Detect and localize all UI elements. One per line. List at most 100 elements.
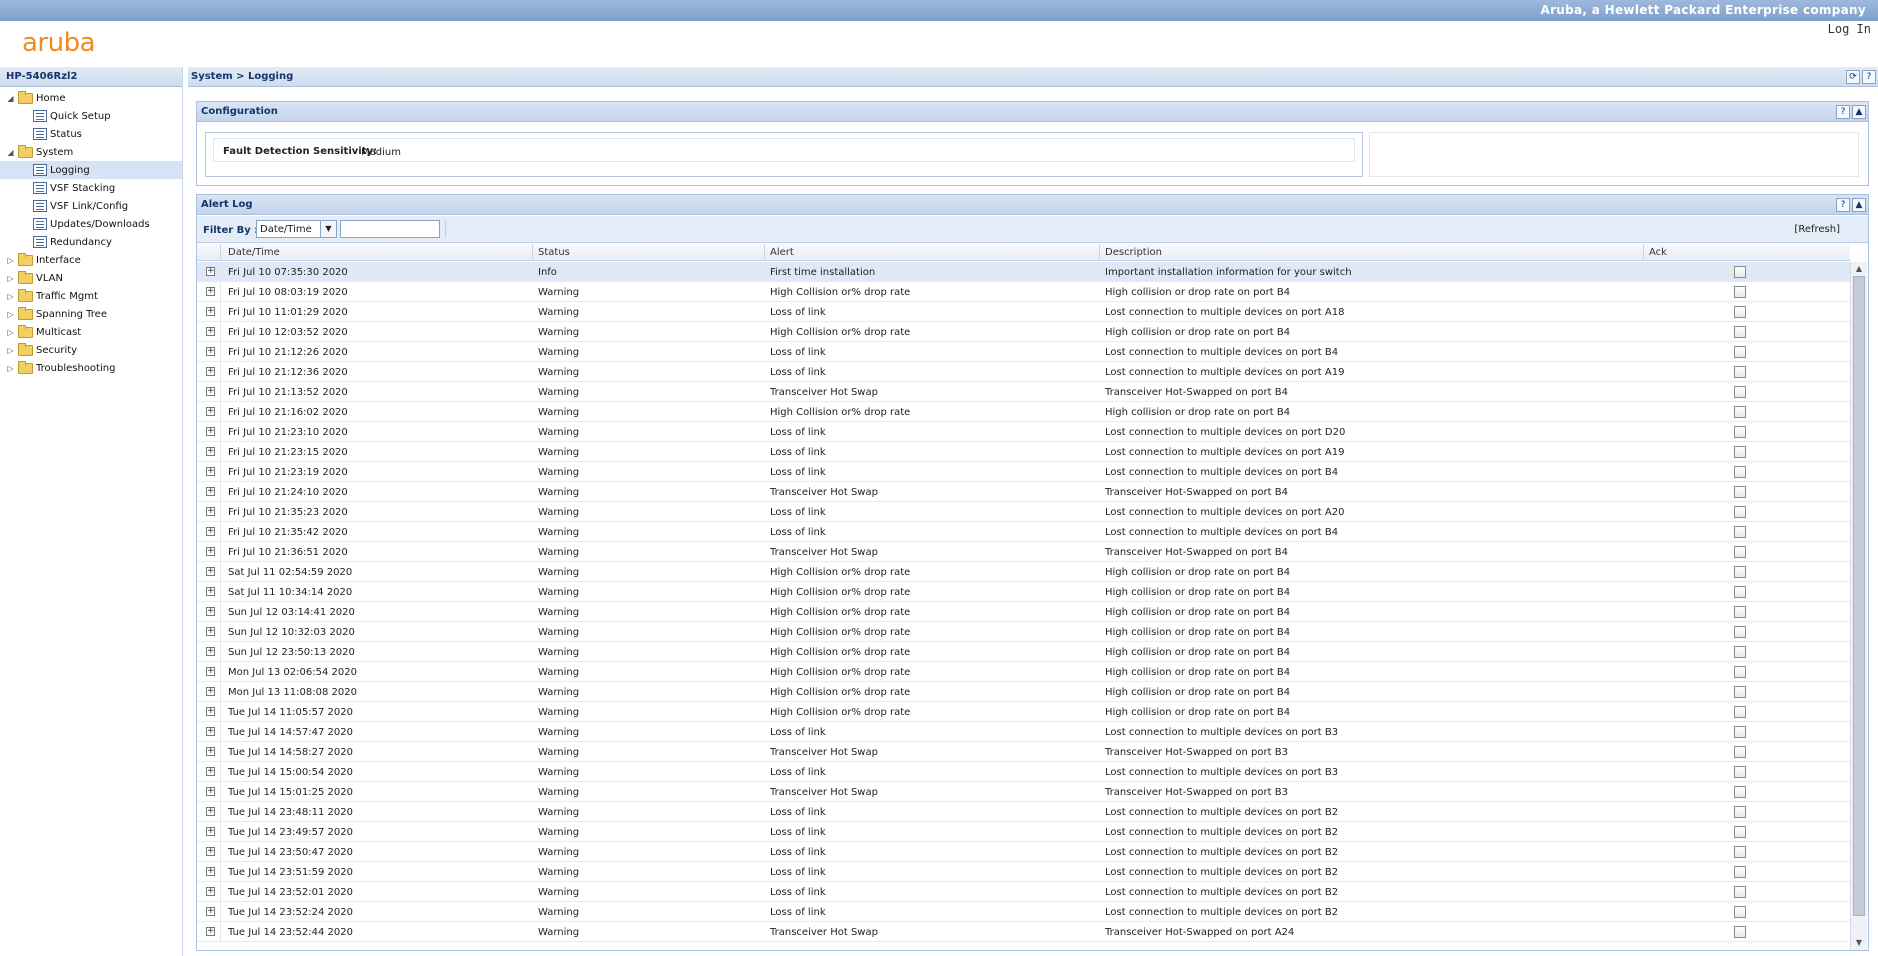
expand-row-icon[interactable]: + — [206, 547, 215, 556]
table-row[interactable]: + Fri Jul 10 21:12:26 2020 Warning Loss of … — [197, 342, 1850, 362]
expand-row-icon[interactable]: + — [206, 667, 215, 676]
table-row[interactable]: + Fri Jul 10 21:23:19 2020 Warning Loss of … — [197, 462, 1850, 482]
ack-checkbox[interactable] — [1734, 826, 1746, 838]
scroll-down-icon[interactable]: ▼ — [1851, 936, 1867, 950]
ack-checkbox[interactable] — [1734, 346, 1746, 358]
sidebar-item-vsf-stacking[interactable]: VSF Stacking — [0, 179, 182, 197]
column-header-datetime[interactable]: Date/Time — [228, 247, 280, 258]
expand-row-icon[interactable]: + — [206, 407, 215, 416]
table-row[interactable]: + Sat Jul 11 10:34:14 2020 Warning High Col… — [197, 582, 1850, 602]
table-row[interactable]: + Tue Jul 14 11:05:57 2020 Warning High Col… — [197, 702, 1850, 722]
expand-row-icon[interactable]: + — [206, 287, 215, 296]
expand-row-icon[interactable]: + — [206, 867, 215, 876]
ack-checkbox[interactable] — [1734, 846, 1746, 858]
table-row[interactable]: + Tue Jul 14 23:51:59 2020 Warning Loss of … — [197, 862, 1850, 882]
filter-select[interactable]: Date/Time ▼ — [256, 220, 337, 238]
ack-checkbox[interactable] — [1734, 886, 1746, 898]
ack-checkbox[interactable] — [1734, 406, 1746, 418]
expand-row-icon[interactable]: + — [206, 627, 215, 636]
expand-row-icon[interactable]: + — [206, 927, 215, 936]
vertical-scrollbar[interactable]: ▲ ▼ — [1850, 262, 1867, 950]
expand-row-icon[interactable]: + — [206, 447, 215, 456]
ack-checkbox[interactable] — [1734, 466, 1746, 478]
sidebar-item-multicast[interactable]: ▷ Multicast — [0, 323, 182, 341]
ack-checkbox[interactable] — [1734, 866, 1746, 878]
ack-checkbox[interactable] — [1734, 806, 1746, 818]
ack-checkbox[interactable] — [1734, 906, 1746, 918]
expand-row-icon[interactable]: + — [206, 507, 215, 516]
refresh-icon[interactable]: ⟳ — [1846, 70, 1860, 84]
expand-row-icon[interactable]: + — [206, 267, 215, 276]
expand-row-icon[interactable]: + — [206, 487, 215, 496]
ack-checkbox[interactable] — [1734, 366, 1746, 378]
expand-row-icon[interactable]: + — [206, 887, 215, 896]
table-row[interactable]: + Sun Jul 12 23:50:13 2020 Warning High Col… — [197, 642, 1850, 662]
chevron-down-icon[interactable]: ▼ — [320, 221, 336, 237]
expand-row-icon[interactable]: + — [206, 827, 215, 836]
table-row[interactable]: + Tue Jul 14 23:52:01 2020 Warning Loss of … — [197, 882, 1850, 902]
expand-row-icon[interactable]: + — [206, 587, 215, 596]
expand-row-icon[interactable]: + — [206, 347, 215, 356]
help-icon[interactable]: ? — [1836, 198, 1850, 212]
column-header-alert[interactable]: Alert — [770, 247, 794, 258]
table-row[interactable]: + Tue Jul 14 23:52:44 2020 Warning Transcei… — [197, 922, 1850, 942]
ack-checkbox[interactable] — [1734, 746, 1746, 758]
help-icon[interactable]: ? — [1836, 105, 1850, 119]
expand-tree-icon[interactable]: ▷ — [6, 256, 15, 265]
ack-checkbox[interactable] — [1734, 706, 1746, 718]
expand-row-icon[interactable]: + — [206, 607, 215, 616]
collapse-icon[interactable]: ▲ — [1852, 198, 1866, 212]
ack-checkbox[interactable] — [1734, 586, 1746, 598]
ack-checkbox[interactable] — [1734, 566, 1746, 578]
expand-tree-icon[interactable]: ▷ — [6, 364, 15, 373]
ack-checkbox[interactable] — [1734, 666, 1746, 678]
sidebar-item-updates-downloads[interactable]: Updates/Downloads — [0, 215, 182, 233]
expand-tree-icon[interactable]: ▷ — [6, 328, 15, 337]
table-row[interactable]: + Fri Jul 10 07:35:30 2020 Info First time … — [197, 262, 1850, 282]
expand-row-icon[interactable]: + — [206, 327, 215, 336]
expand-tree-icon[interactable]: ▷ — [6, 346, 15, 355]
table-row[interactable]: + Tue Jul 14 14:58:27 2020 Warning Transcei… — [197, 742, 1850, 762]
table-row[interactable]: + Fri Jul 10 12:03:52 2020 Warning High Col… — [197, 322, 1850, 342]
table-row[interactable]: + Fri Jul 10 08:03:19 2020 Warning High Col… — [197, 282, 1850, 302]
sidebar-item-security[interactable]: ▷ Security — [0, 341, 182, 359]
expand-row-icon[interactable]: + — [206, 747, 215, 756]
sidebar-item-interface[interactable]: ▷ Interface — [0, 251, 182, 269]
expand-row-icon[interactable]: + — [206, 807, 215, 816]
sidebar-item-vsf-link-config[interactable]: VSF Link/Config — [0, 197, 182, 215]
collapse-icon[interactable]: ▲ — [1852, 105, 1866, 119]
scroll-thumb[interactable] — [1853, 276, 1865, 916]
sidebar-item-quick-setup[interactable]: Quick Setup — [0, 107, 182, 125]
table-row[interactable]: + Fri Jul 10 21:35:23 2020 Warning Loss of … — [197, 502, 1850, 522]
table-row[interactable]: + Fri Jul 10 11:01:29 2020 Warning Loss of … — [197, 302, 1850, 322]
table-row[interactable]: + Sun Jul 12 03:14:41 2020 Warning High Col… — [197, 602, 1850, 622]
table-row[interactable]: + Fri Jul 10 21:23:10 2020 Warning Loss of … — [197, 422, 1850, 442]
ack-checkbox[interactable] — [1734, 266, 1746, 278]
expand-row-icon[interactable]: + — [206, 727, 215, 736]
table-row[interactable]: + Fri Jul 10 21:24:10 2020 Warning Transcei… — [197, 482, 1850, 502]
sidebar-item-traffic-mgmt[interactable]: ▷ Traffic Mgmt — [0, 287, 182, 305]
expand-row-icon[interactable]: + — [206, 427, 215, 436]
table-row[interactable]: + Tue Jul 14 15:00:54 2020 Warning Loss of … — [197, 762, 1850, 782]
ack-checkbox[interactable] — [1734, 286, 1746, 298]
expand-tree-icon[interactable]: ▷ — [6, 292, 15, 301]
ack-checkbox[interactable] — [1734, 786, 1746, 798]
ack-checkbox[interactable] — [1734, 526, 1746, 538]
collapse-tree-icon[interactable]: ◢ — [6, 94, 15, 103]
sidebar-item-system[interactable]: ◢ System — [0, 143, 182, 161]
login-link[interactable]: Log In — [1828, 22, 1871, 36]
column-header-status[interactable]: Status — [538, 247, 570, 258]
ack-checkbox[interactable] — [1734, 306, 1746, 318]
table-row[interactable]: + Sun Jul 12 10:32:03 2020 Warning High Col… — [197, 622, 1850, 642]
refresh-button[interactable]: [Refresh] — [1794, 224, 1840, 235]
ack-checkbox[interactable] — [1734, 426, 1746, 438]
ack-checkbox[interactable] — [1734, 766, 1746, 778]
expand-tree-icon[interactable]: ▷ — [6, 310, 15, 319]
sidebar-item-status[interactable]: Status — [0, 125, 182, 143]
expand-row-icon[interactable]: + — [206, 767, 215, 776]
ack-checkbox[interactable] — [1734, 626, 1746, 638]
scroll-up-icon[interactable]: ▲ — [1851, 262, 1867, 276]
ack-checkbox[interactable] — [1734, 506, 1746, 518]
table-row[interactable]: + Tue Jul 14 14:57:47 2020 Warning Loss of … — [197, 722, 1850, 742]
ack-checkbox[interactable] — [1734, 606, 1746, 618]
